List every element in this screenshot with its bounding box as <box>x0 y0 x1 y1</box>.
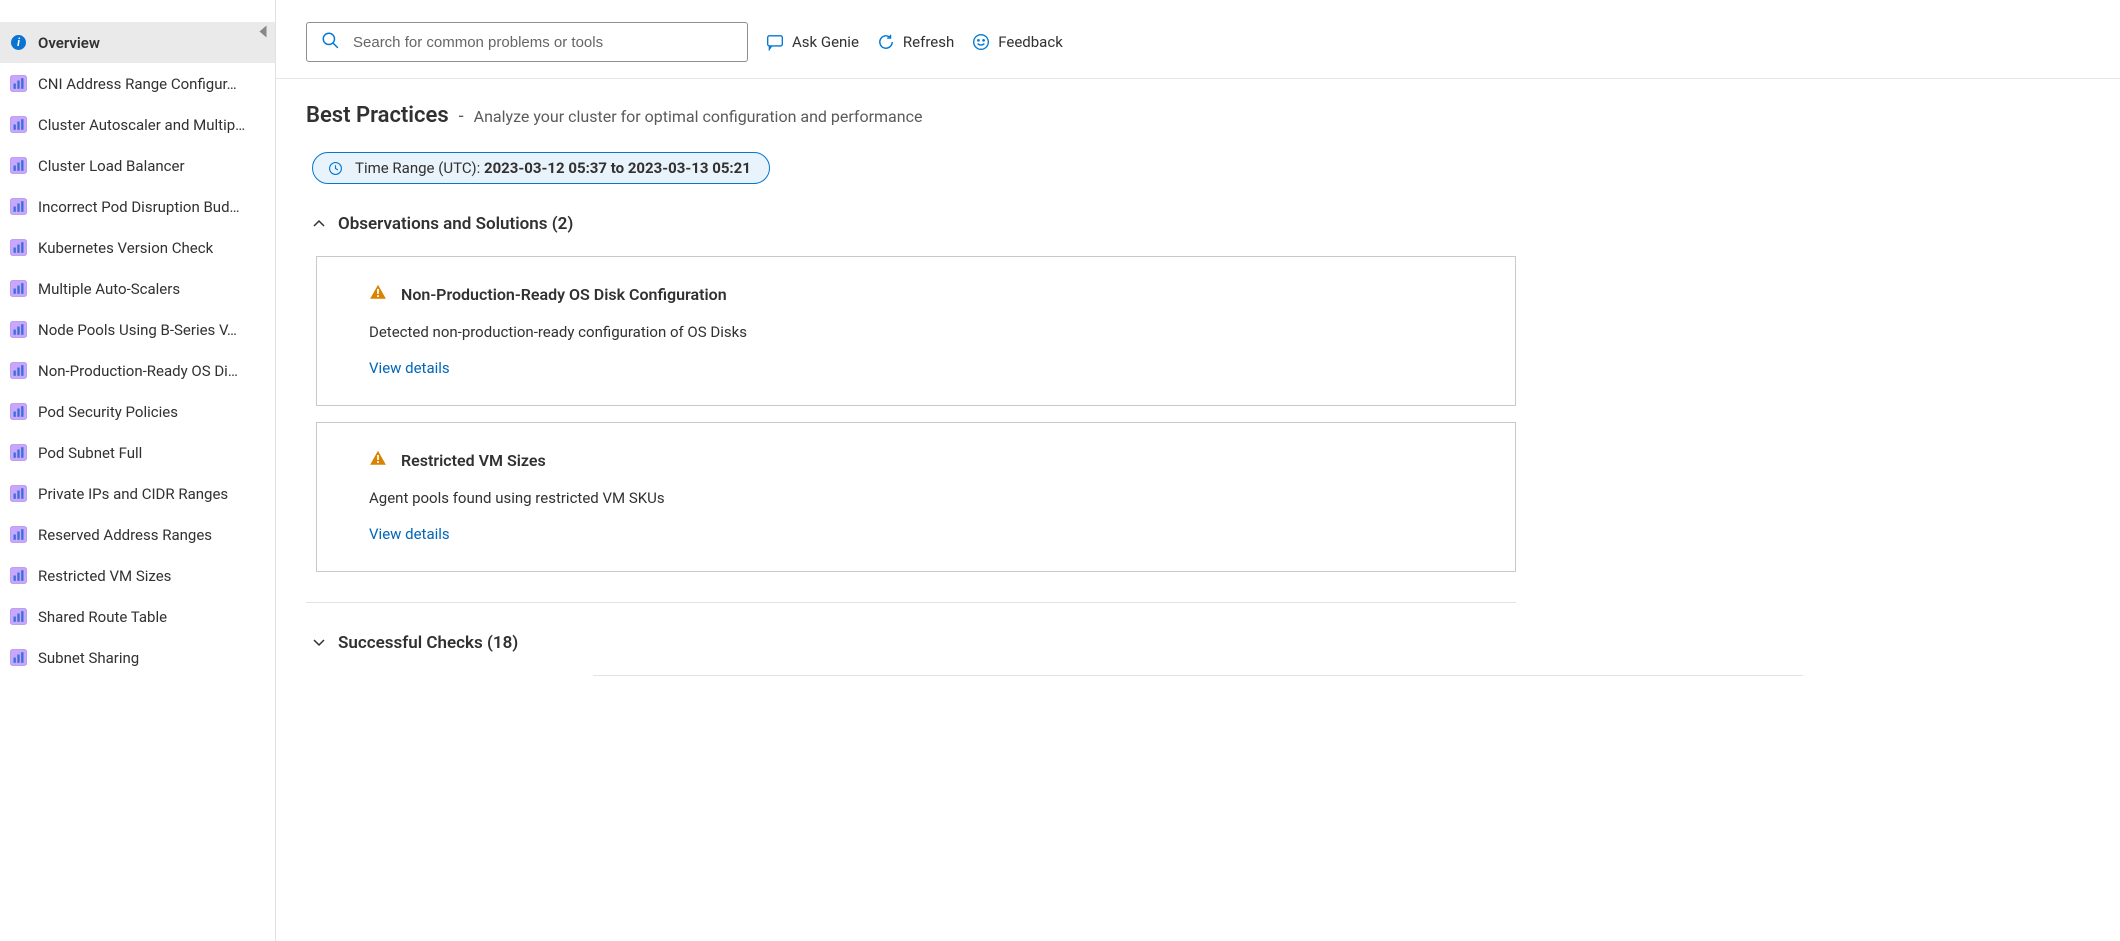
chart-icon <box>10 239 27 256</box>
chart-icon <box>10 485 27 502</box>
sidebar-item[interactable]: Non-Production-Ready OS Di… <box>0 350 275 391</box>
chart-icon <box>10 321 27 338</box>
sidebar-item[interactable]: Multiple Auto-Scalers <box>0 268 275 309</box>
sidebar-item-label: Node Pools Using B-Series V… <box>38 321 237 339</box>
page-heading: Best Practices - Analyze your cluster fo… <box>306 103 2090 128</box>
sidebar-item[interactable]: Node Pools Using B-Series V… <box>0 309 275 350</box>
sidebar-item[interactable]: Kubernetes Version Check <box>0 227 275 268</box>
time-range-label: Time Range (UTC): <box>355 159 484 177</box>
sidebar-item-overview[interactable]: i Overview <box>0 22 275 63</box>
sidebar-collapse-icon[interactable] <box>260 26 267 38</box>
sidebar-item[interactable]: Private IPs and CIDR Ranges <box>0 473 275 514</box>
sidebar-item-label: Pod Security Policies <box>38 403 178 421</box>
sidebar-item[interactable]: Incorrect Pod Disruption Bud… <box>0 186 275 227</box>
observation-card: Restricted VM Sizes Agent pools found usi… <box>316 422 1516 572</box>
successful-checks-heading: Successful Checks (18) <box>338 633 518 653</box>
page-separator: - <box>459 106 464 127</box>
sidebar-item[interactable]: Shared Route Table <box>0 596 275 637</box>
clock-icon <box>327 160 343 176</box>
sidebar-item-label: Incorrect Pod Disruption Bud… <box>38 198 240 216</box>
observation-title: Restricted VM Sizes <box>401 451 546 470</box>
sidebar-item-label: Restricted VM Sizes <box>38 567 171 585</box>
chevron-up-icon <box>312 217 326 231</box>
sidebar-item-label: Shared Route Table <box>38 608 167 626</box>
page-title: Best Practices <box>306 103 449 128</box>
ask-genie-label: Ask Genie <box>792 33 859 51</box>
chart-icon <box>10 198 27 215</box>
sidebar-item-label: Reserved Address Ranges <box>38 526 212 544</box>
sidebar-item-label: Kubernetes Version Check <box>38 239 213 257</box>
sidebar-item-label: Pod Subnet Full <box>38 444 142 462</box>
section-divider <box>306 602 1516 603</box>
refresh-label: Refresh <box>903 33 954 51</box>
observation-title-row: Non-Production-Ready OS Disk Configurati… <box>369 283 1463 305</box>
view-details-link[interactable]: View details <box>369 525 450 543</box>
sidebar-item-label: Non-Production-Ready OS Di… <box>38 362 238 380</box>
chevron-down-icon <box>312 636 326 650</box>
sidebar-item[interactable]: Cluster Load Balancer <box>0 145 275 186</box>
observation-title: Non-Production-Ready OS Disk Configurati… <box>401 285 727 304</box>
search-icon <box>321 31 339 53</box>
sidebar-item-label: Private IPs and CIDR Ranges <box>38 485 228 503</box>
chat-icon <box>766 33 784 51</box>
sidebar-item[interactable]: Restricted VM Sizes <box>0 555 275 596</box>
chart-icon <box>10 157 27 174</box>
chart-icon <box>10 608 27 625</box>
refresh-icon <box>877 33 895 51</box>
sidebar-item[interactable]: Pod Subnet Full <box>0 432 275 473</box>
search-box[interactable] <box>306 22 748 62</box>
chart-icon <box>10 567 27 584</box>
sidebar-item-label: CNI Address Range Configur… <box>38 75 237 93</box>
chart-icon <box>10 116 27 133</box>
sidebar-item[interactable]: CNI Address Range Configur… <box>0 63 275 104</box>
feedback-button[interactable]: Feedback <box>972 33 1063 51</box>
observation-title-row: Restricted VM Sizes <box>369 449 1463 471</box>
successful-checks-toggle[interactable]: Successful Checks (18) <box>306 625 2090 661</box>
observation-description: Agent pools found using restricted VM SK… <box>369 489 1463 507</box>
sidebar-item-label: Multiple Auto-Scalers <box>38 280 180 298</box>
search-input[interactable] <box>351 33 733 52</box>
chart-icon <box>10 403 27 420</box>
observation-card: Non-Production-Ready OS Disk Configurati… <box>316 256 1516 406</box>
sidebar-item[interactable]: Reserved Address Ranges <box>0 514 275 555</box>
top-bar: Ask Genie Refresh <box>276 0 2120 79</box>
sidebar-item-label: Cluster Autoscaler and Multip… <box>38 116 245 134</box>
page-subtitle: Analyze your cluster for optimal configu… <box>474 107 923 126</box>
chart-icon <box>10 649 27 666</box>
observations-cards: Non-Production-Ready OS Disk Configurati… <box>306 256 2090 572</box>
sidebar-list: i Overview CNI Address Range Configur… Clus… <box>0 0 275 698</box>
observation-description: Detected non-production-ready configurat… <box>369 323 1463 341</box>
sidebar-item[interactable]: Pod Security Policies <box>0 391 275 432</box>
time-range-value: 2023-03-12 05:37 to 2023-03-13 05:21 <box>484 159 751 177</box>
time-range-text: Time Range (UTC): 2023-03-12 05:37 to 20… <box>355 159 751 177</box>
chart-icon <box>10 280 27 297</box>
smiley-icon <box>972 33 990 51</box>
refresh-button[interactable]: Refresh <box>877 33 954 51</box>
sidebar-item[interactable]: Cluster Autoscaler and Multip… <box>0 104 275 145</box>
main-panel: Ask Genie Refresh <box>276 0 2120 941</box>
sidebar: i Overview CNI Address Range Configur… Clus… <box>0 0 276 941</box>
view-details-link[interactable]: View details <box>369 359 450 377</box>
chart-icon <box>10 526 27 543</box>
sidebar-item-label: Overview <box>38 34 100 52</box>
warning-icon <box>369 449 387 471</box>
successful-checks-divider <box>593 675 1803 676</box>
chart-icon <box>10 444 27 461</box>
info-icon: i <box>10 34 27 51</box>
warning-icon <box>369 283 387 305</box>
observations-heading: Observations and Solutions (2) <box>338 214 573 234</box>
sidebar-item-label: Subnet Sharing <box>38 649 139 667</box>
chart-icon <box>10 362 27 379</box>
content-area: Best Practices - Analyze your cluster fo… <box>276 79 2120 723</box>
sidebar-item[interactable]: Subnet Sharing <box>0 637 275 678</box>
sidebar-item-label: Cluster Load Balancer <box>38 157 185 175</box>
time-range-pill[interactable]: Time Range (UTC): 2023-03-12 05:37 to 20… <box>312 152 770 184</box>
observations-section-toggle[interactable]: Observations and Solutions (2) <box>306 206 2090 242</box>
feedback-label: Feedback <box>998 33 1063 51</box>
chart-icon <box>10 75 27 92</box>
ask-genie-button[interactable]: Ask Genie <box>766 33 859 51</box>
